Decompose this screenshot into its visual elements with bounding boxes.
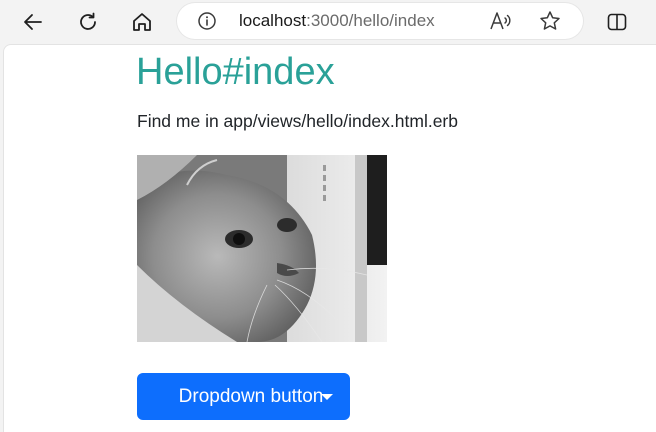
split-screen-icon (607, 13, 627, 31)
cat-image (137, 155, 387, 342)
cat-photo (137, 155, 387, 342)
read-aloud-icon[interactable] (489, 10, 513, 32)
address-bar[interactable]: localhost:3000/hello/index (177, 3, 583, 39)
url-text[interactable]: localhost:3000/hello/index (239, 11, 435, 31)
split-screen-button[interactable] (601, 6, 633, 38)
refresh-icon (80, 12, 96, 30)
page-title: Hello#index (136, 51, 335, 93)
info-icon[interactable] (197, 11, 217, 31)
url-path: :3000/hello/index (306, 11, 435, 30)
refresh-button[interactable] (72, 6, 104, 38)
page-content: Hello#index Find me in app/views/hello/i… (3, 44, 656, 432)
browser-toolbar: localhost:3000/hello/index (0, 0, 656, 44)
dropdown-button-label: Dropdown button (178, 386, 324, 407)
page-description: Find me in app/views/hello/index.html.er… (137, 111, 458, 131)
home-icon (133, 13, 151, 31)
url-host: localhost (239, 11, 307, 30)
back-button[interactable] (17, 6, 49, 38)
caret-down-icon (321, 394, 333, 400)
star-icon[interactable] (539, 10, 561, 32)
dropdown-button[interactable]: Dropdown button (137, 373, 350, 420)
arrow-left-icon (24, 14, 42, 30)
home-button[interactable] (126, 6, 158, 38)
